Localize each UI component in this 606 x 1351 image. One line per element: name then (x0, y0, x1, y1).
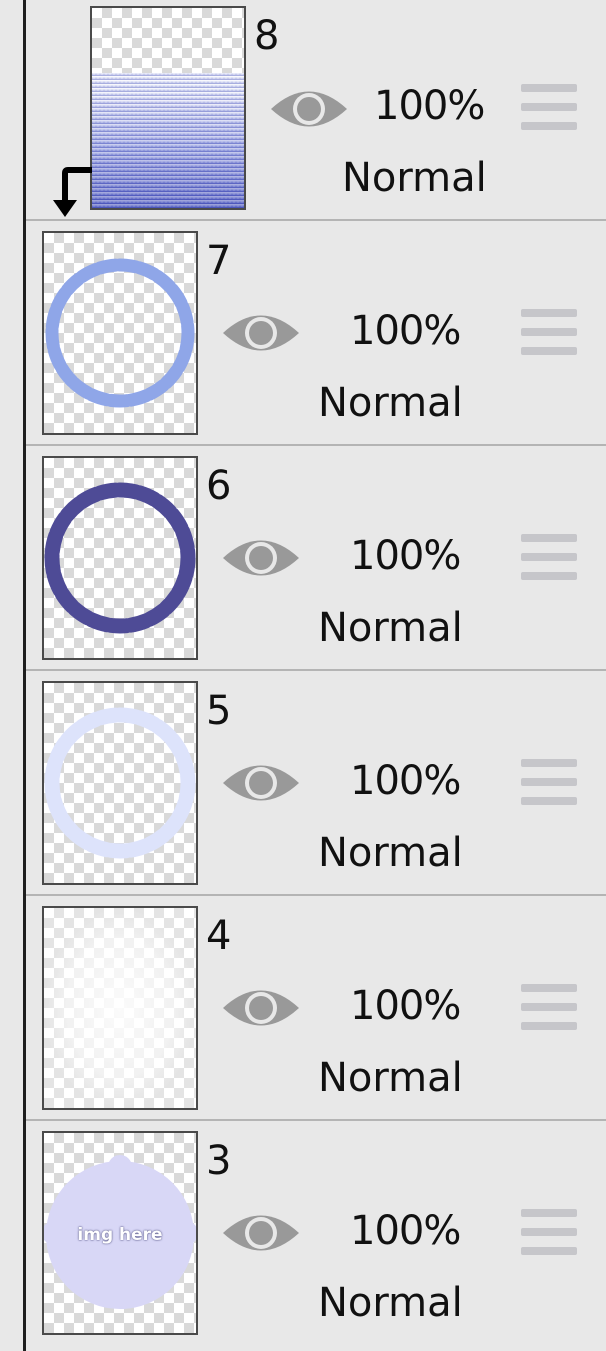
eye-icon[interactable] (220, 531, 302, 585)
layer-opacity[interactable]: 100% (350, 534, 461, 578)
ring-thumbnail-art (44, 707, 196, 859)
blend-mode[interactable]: Normal (342, 156, 487, 200)
eye-icon[interactable] (268, 82, 350, 136)
layer-thumbnail[interactable] (42, 456, 198, 660)
gradient-thumbnail-art (92, 73, 244, 208)
clipping-arrow-icon (53, 167, 92, 217)
layer-opacity[interactable]: 100% (350, 1209, 461, 1253)
blend-mode[interactable]: Normal (318, 831, 463, 875)
blend-mode[interactable]: Normal (318, 1281, 463, 1325)
eye-icon[interactable] (220, 1206, 302, 1260)
layer-thumbnail[interactable]: img here (42, 1131, 198, 1335)
layer-row-3[interactable]: img here 3 100% Normal (26, 1121, 606, 1351)
drag-handle-icon[interactable] (521, 984, 577, 1032)
layer-number: 6 (206, 463, 232, 509)
drag-handle-icon[interactable] (521, 1209, 577, 1257)
layer-thumbnail[interactable] (90, 6, 246, 210)
layer-row-7[interactable]: 7 100% Normal (26, 221, 606, 446)
layer-number: 3 (206, 1138, 232, 1184)
layer-row-8[interactable]: 8 100% Normal (26, 0, 606, 221)
layer-number: 8 (254, 13, 280, 59)
layer-row-6[interactable]: 6 100% Normal (26, 446, 606, 671)
layer-number: 4 (206, 913, 232, 959)
layer-thumbnail[interactable] (42, 681, 198, 885)
layer-number: 5 (206, 688, 232, 734)
ring-thumbnail-art (45, 258, 195, 408)
layer-opacity[interactable]: 100% (374, 84, 485, 128)
ring-thumbnail-art (44, 482, 196, 634)
layer-opacity[interactable]: 100% (350, 759, 461, 803)
eye-icon[interactable] (220, 756, 302, 810)
eye-icon[interactable] (220, 306, 302, 360)
layer-opacity[interactable]: 100% (350, 309, 461, 353)
layer-number: 7 (206, 238, 232, 284)
drag-handle-icon[interactable] (521, 84, 577, 132)
drag-handle-icon[interactable] (521, 534, 577, 582)
blend-mode[interactable]: Normal (318, 606, 463, 650)
drag-handle-icon[interactable] (521, 759, 577, 807)
thumbnail-label: img here (77, 1225, 163, 1245)
eye-icon[interactable] (220, 981, 302, 1035)
layer-row-4[interactable]: 4 100% Normal (26, 896, 606, 1121)
layer-thumbnail[interactable] (42, 906, 198, 1110)
layer-row-5[interactable]: 5 100% Normal (26, 671, 606, 896)
layer-opacity[interactable]: 100% (350, 984, 461, 1028)
blend-mode[interactable]: Normal (318, 381, 463, 425)
layer-thumbnail[interactable] (42, 231, 198, 435)
blend-mode[interactable]: Normal (318, 1056, 463, 1100)
drag-handle-icon[interactable] (521, 309, 577, 357)
blur-thumbnail-art (44, 908, 196, 1108)
